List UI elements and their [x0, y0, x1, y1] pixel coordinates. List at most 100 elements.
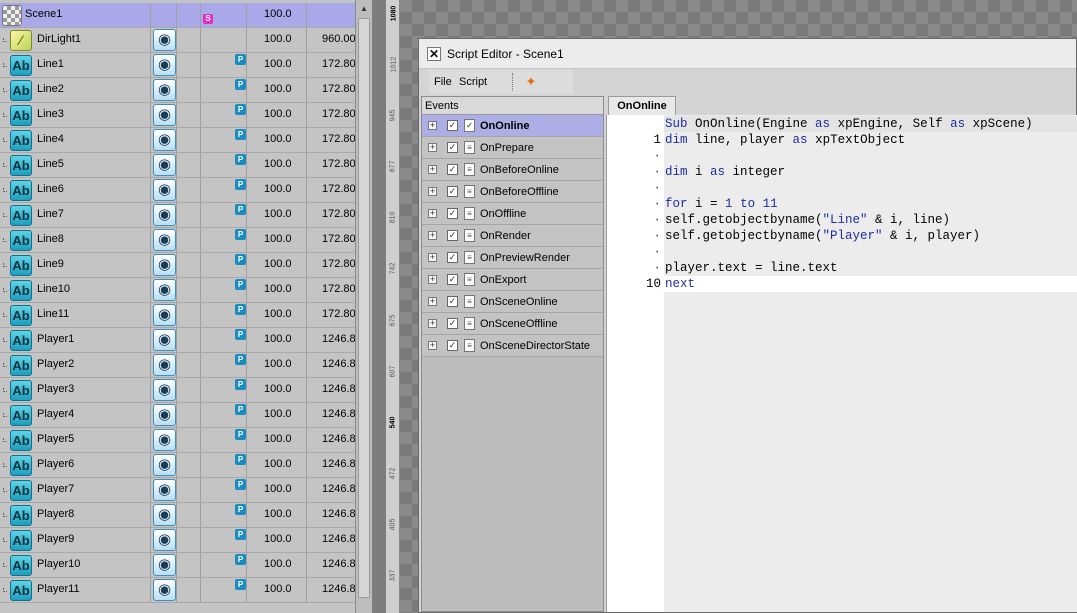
visibility-eye-icon[interactable]: ◉: [153, 354, 176, 376]
visibility-eye-icon[interactable]: ◉: [153, 304, 176, 326]
tree-row[interactable]: Ab Player10 ◉ P 100.0 1246.8: [0, 553, 355, 578]
visibility-eye-icon[interactable]: ◉: [153, 279, 176, 301]
visibility-eye-icon[interactable]: ◉: [153, 79, 176, 101]
tree-row[interactable]: Scene1 S 100.0: [0, 3, 355, 28]
visibility-eye-icon[interactable]: ◉: [153, 204, 176, 226]
code-line[interactable]: dim line, player as xpTextObject: [664, 132, 1077, 148]
property-badge-icon[interactable]: P: [235, 254, 246, 265]
tree-row[interactable]: Ab Player11 ◉ P 100.0 1246.8: [0, 578, 355, 603]
visibility-eye-icon[interactable]: ◉: [153, 29, 176, 51]
tree-row[interactable]: Ab Line4 ◉ P 100.0 172.80: [0, 128, 355, 153]
code-editor[interactable]: Sub OnOnline(Engine as xpEngine, Self as…: [606, 115, 1077, 612]
property-badge-icon[interactable]: P: [235, 404, 246, 415]
tree-row[interactable]: ⁄ DirLight1 ◉ 100.0 960.00: [0, 28, 355, 53]
visibility-eye-icon[interactable]: ◉: [153, 129, 176, 151]
property-badge-icon[interactable]: P: [235, 304, 246, 315]
tree-row[interactable]: Ab Player4 ◉ P 100.0 1246.8: [0, 403, 355, 428]
property-badge-icon[interactable]: P: [235, 579, 246, 590]
tree-row[interactable]: Ab Player7 ◉ P 100.0 1246.8: [0, 478, 355, 503]
property-badge-icon[interactable]: P: [235, 329, 246, 340]
visibility-eye-icon[interactable]: ◉: [153, 329, 176, 351]
tree-row[interactable]: Ab Line10 ◉ P 100.0 172.80: [0, 278, 355, 303]
scrollbar-thumb[interactable]: [358, 18, 370, 598]
tree-row[interactable]: Ab Line9 ◉ P 100.0 172.80: [0, 253, 355, 278]
menu-file[interactable]: File: [434, 76, 452, 88]
visibility-eye-icon[interactable]: ◉: [153, 54, 176, 76]
tree-row[interactable]: Ab Player6 ◉ P 100.0 1246.8: [0, 453, 355, 478]
script-badge-icon[interactable]: S: [203, 14, 213, 24]
event-enable-checkbox[interactable]: ✓: [447, 142, 458, 153]
expand-plus-icon[interactable]: +: [428, 341, 437, 350]
code-line[interactable]: dim i as integer: [664, 164, 1077, 180]
expand-plus-icon[interactable]: +: [428, 165, 437, 174]
event-item[interactable]: + ✓ ≡ OnSceneOnline: [422, 291, 603, 313]
property-badge-icon[interactable]: P: [235, 429, 246, 440]
tree-row[interactable]: Ab Player3 ◉ P 100.0 1246.8: [0, 378, 355, 403]
event-item[interactable]: + ✓ ≡ OnPreviewRender: [422, 247, 603, 269]
tree-row[interactable]: Ab Line8 ◉ P 100.0 172.80: [0, 228, 355, 253]
event-enable-checkbox[interactable]: ✓: [447, 208, 458, 219]
tree-row[interactable]: Ab Line11 ◉ P 100.0 172.80: [0, 303, 355, 328]
splitter[interactable]: [372, 0, 386, 613]
code-line[interactable]: next: [664, 276, 1077, 292]
fire-icon[interactable]: ✦: [523, 74, 539, 90]
visibility-eye-icon[interactable]: ◉: [153, 479, 176, 501]
code-line[interactable]: player.text = line.text: [664, 260, 1077, 276]
expand-plus-icon[interactable]: +: [428, 187, 437, 196]
visibility-eye-icon[interactable]: ◉: [153, 404, 176, 426]
visibility-eye-icon[interactable]: ◉: [153, 379, 176, 401]
property-badge-icon[interactable]: P: [235, 454, 246, 465]
expand-plus-icon[interactable]: +: [428, 209, 437, 218]
visibility-eye-icon[interactable]: ◉: [153, 179, 176, 201]
event-item[interactable]: + ✓ ≡ OnSceneDirectorState: [422, 335, 603, 357]
property-badge-icon[interactable]: P: [235, 354, 246, 365]
expand-plus-icon[interactable]: +: [428, 143, 437, 152]
event-item[interactable]: + ✓ ≡ OnSceneOffline: [422, 313, 603, 335]
tree-row[interactable]: Ab Line1 ◉ P 100.0 172.80: [0, 53, 355, 78]
property-badge-icon[interactable]: P: [235, 54, 246, 65]
visibility-eye-icon[interactable]: ◉: [153, 154, 176, 176]
tree-row[interactable]: Ab Line7 ◉ P 100.0 172.80: [0, 203, 355, 228]
visibility-eye-icon[interactable]: ◉: [153, 504, 176, 526]
event-enable-checkbox[interactable]: ✓: [447, 318, 458, 329]
tree-scrollbar[interactable]: ▲: [355, 0, 372, 613]
scroll-up-icon[interactable]: ▲: [358, 3, 370, 15]
code-line[interactable]: [664, 244, 1077, 260]
event-enable-checkbox[interactable]: ✓: [447, 230, 458, 241]
expand-plus-icon[interactable]: +: [428, 231, 437, 240]
menu-script[interactable]: Script: [459, 76, 487, 88]
event-item[interactable]: + ✓ ≡ OnExport: [422, 269, 603, 291]
event-item[interactable]: + ✓ ≡ OnRender: [422, 225, 603, 247]
expand-plus-icon[interactable]: +: [428, 253, 437, 262]
tab-ononline[interactable]: OnOnline: [608, 96, 676, 115]
tree-row[interactable]: Ab Line3 ◉ P 100.0 172.80: [0, 103, 355, 128]
event-enable-checkbox[interactable]: ✓: [447, 274, 458, 285]
property-badge-icon[interactable]: P: [235, 179, 246, 190]
visibility-eye-icon[interactable]: ◉: [153, 254, 176, 276]
property-badge-icon[interactable]: P: [235, 554, 246, 565]
event-enable-checkbox[interactable]: ✓: [447, 120, 458, 131]
visibility-eye-icon[interactable]: ◉: [153, 104, 176, 126]
tree-row[interactable]: Ab Line2 ◉ P 100.0 172.80: [0, 78, 355, 103]
property-badge-icon[interactable]: P: [235, 154, 246, 165]
event-item[interactable]: + ✓ ≡ OnBeforeOffline: [422, 181, 603, 203]
visibility-eye-icon[interactable]: ◉: [153, 454, 176, 476]
visibility-eye-icon[interactable]: ◉: [153, 554, 176, 576]
code-line[interactable]: self.getobjectbyname("Player" & i, playe…: [664, 228, 1077, 244]
expand-plus-icon[interactable]: +: [428, 297, 437, 306]
expand-plus-icon[interactable]: +: [428, 275, 437, 284]
property-badge-icon[interactable]: P: [235, 204, 246, 215]
event-item[interactable]: + ✓ ✓ OnOnline: [422, 115, 603, 137]
event-enable-checkbox[interactable]: ✓: [447, 186, 458, 197]
visibility-eye-icon[interactable]: ◉: [153, 579, 176, 601]
tree-row[interactable]: Ab Player9 ◉ P 100.0 1246.8: [0, 528, 355, 553]
expand-plus-icon[interactable]: +: [428, 121, 437, 130]
event-enable-checkbox[interactable]: ✓: [447, 340, 458, 351]
event-item[interactable]: + ✓ ≡ OnPrepare: [422, 137, 603, 159]
property-badge-icon[interactable]: P: [235, 479, 246, 490]
code-line[interactable]: [664, 180, 1077, 196]
tree-row[interactable]: Ab Player8 ◉ P 100.0 1246.8: [0, 503, 355, 528]
code-line[interactable]: self.getobjectbyname("Line" & i, line): [664, 212, 1077, 228]
tree-row[interactable]: Ab Player1 ◉ P 100.0 1246.8: [0, 328, 355, 353]
tree-row[interactable]: Ab Player5 ◉ P 100.0 1246.8: [0, 428, 355, 453]
